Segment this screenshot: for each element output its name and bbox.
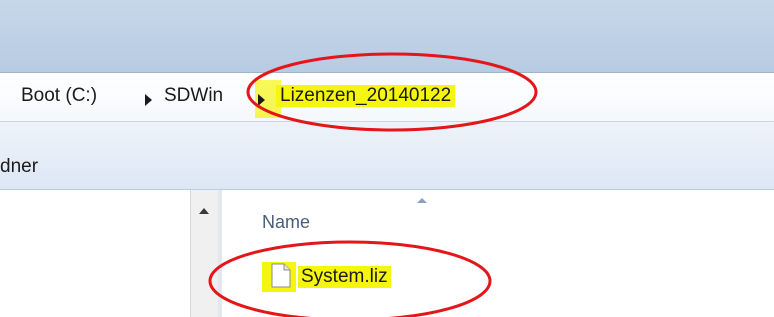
breadcrumb-sdwin[interactable]: SDWin	[164, 85, 223, 107]
document-icon[interactable]	[271, 263, 291, 288]
sort-ascending-icon	[417, 198, 427, 203]
breadcrumb-boot-drive[interactable]: Boot (C:)	[21, 85, 97, 107]
column-header-name[interactable]: Name	[262, 212, 310, 233]
breadcrumb-separator-icon[interactable]	[145, 94, 152, 106]
window-title-bar	[0, 0, 774, 72]
new-folder-button[interactable]: dner	[0, 156, 38, 178]
navigation-pane[interactable]	[0, 190, 190, 317]
command-bar: dner	[0, 122, 774, 190]
breadcrumb-separator-icon[interactable]	[258, 94, 265, 106]
breadcrumb-current-folder[interactable]: Lizenzen_20140122	[276, 85, 456, 107]
file-name-system-liz[interactable]: System.liz	[298, 266, 391, 288]
file-list-pane[interactable]	[222, 190, 774, 317]
scroll-up-arrow-icon[interactable]	[199, 208, 209, 214]
